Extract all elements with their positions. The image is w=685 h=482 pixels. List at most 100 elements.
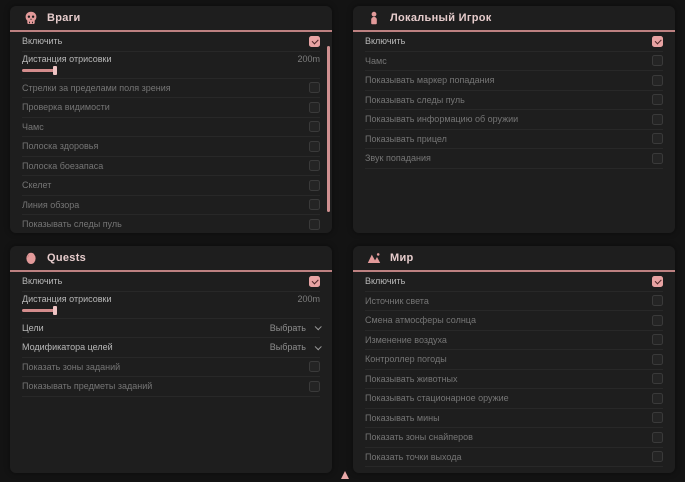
setting-label: Стрелки за пределами поля зрения: [22, 83, 171, 93]
setting-label: Включить: [365, 276, 405, 286]
checkbox[interactable]: [309, 160, 320, 171]
checkbox[interactable]: [652, 55, 663, 66]
panel-world-rows: Включить Источник света Смена атмосферы …: [353, 272, 675, 467]
checkbox-enable[interactable]: [652, 36, 663, 47]
setting-label: Линия обзора: [22, 200, 79, 210]
checkbox[interactable]: [652, 334, 663, 345]
egg-icon: [24, 251, 38, 265]
checkbox[interactable]: [652, 412, 663, 423]
checkbox[interactable]: [652, 94, 663, 105]
setting-label: Показывать животных: [365, 374, 458, 384]
setting-row-chams[interactable]: Чамс: [365, 52, 663, 72]
setting-label: Показывать маркер попадания: [365, 75, 495, 85]
checkbox[interactable]: [652, 432, 663, 443]
setting-row-bullet-traces[interactable]: Показывать следы пуль: [22, 215, 320, 233]
checkbox[interactable]: [309, 199, 320, 210]
checkbox-enable[interactable]: [309, 276, 320, 287]
setting-label: Показывать стационарное оружие: [365, 393, 509, 403]
checkbox[interactable]: [652, 295, 663, 306]
mountains-icon: [367, 251, 381, 265]
panel-local-player-title: Локальный Игрок: [390, 12, 492, 24]
setting-row-bullet-traces[interactable]: Показывать следы пуль: [365, 91, 663, 111]
setting-label: Включить: [365, 36, 405, 46]
setting-row-hit-sound[interactable]: Звук попадания: [365, 149, 663, 169]
setting-label: Показать точки выхода: [365, 452, 461, 462]
setting-label: Дистанция отрисовки: [22, 54, 112, 64]
setting-label: Дистанция отрисовки: [22, 294, 112, 304]
target-modifiers-select[interactable]: Выбрать: [270, 342, 320, 352]
checkbox[interactable]: [309, 361, 320, 372]
setting-row-weather-controller[interactable]: Контроллер погоды: [365, 350, 663, 370]
setting-row-exit-points[interactable]: Показать точки выхода: [365, 448, 663, 468]
setting-label: Контроллер погоды: [365, 354, 447, 364]
draw-distance-slider[interactable]: [22, 306, 118, 315]
checkbox-enable[interactable]: [309, 36, 320, 47]
panel-scrollbar[interactable]: [327, 46, 330, 212]
setting-label: Показывать следы пуль: [22, 219, 122, 229]
setting-row-light-source[interactable]: Источник света: [365, 292, 663, 312]
setting-label: Показать зоны заданий: [22, 362, 120, 372]
panel-enemies-rows: Включить Дистанция отрисовки 200m Стрелк…: [10, 32, 332, 233]
checkbox[interactable]: [652, 133, 663, 144]
checkbox[interactable]: [652, 75, 663, 86]
setting-row-weapon-info[interactable]: Показывать информацию об оружии: [365, 110, 663, 130]
checkbox[interactable]: [309, 180, 320, 191]
setting-row-enable[interactable]: Включить: [365, 272, 663, 292]
checkbox[interactable]: [652, 451, 663, 462]
slider-thumb[interactable]: [53, 306, 57, 315]
setting-row-sniper-zones[interactable]: Показать зоны снайперов: [365, 428, 663, 448]
slider-fill: [22, 309, 54, 312]
setting-row-enable[interactable]: Включить: [22, 32, 320, 52]
setting-label: Показывать предметы заданий: [22, 381, 152, 391]
checkbox[interactable]: [652, 114, 663, 125]
panel-world: Мир Включить Источник света Смена атмосф…: [353, 246, 675, 473]
setting-row-target-modifiers[interactable]: Модификатора целей Выбрать: [22, 338, 320, 358]
setting-row-quest-zones[interactable]: Показать зоны заданий: [22, 358, 320, 378]
setting-row-sun-atmosphere[interactable]: Смена атмосферы солнца: [365, 311, 663, 331]
checkbox-enable[interactable]: [652, 276, 663, 287]
checkbox[interactable]: [652, 373, 663, 384]
setting-row-quest-items[interactable]: Показывать предметы заданий: [22, 377, 320, 397]
setting-row-air-change[interactable]: Изменение воздуха: [365, 331, 663, 351]
setting-row-hit-marker[interactable]: Показывать маркер попадания: [365, 71, 663, 91]
setting-row-skeleton[interactable]: Скелет: [22, 176, 320, 196]
setting-row-enable[interactable]: Включить: [22, 272, 320, 292]
panel-quests-rows: Включить Дистанция отрисовки 200m Цели В…: [10, 272, 332, 397]
checkbox[interactable]: [309, 102, 320, 113]
setting-label: Полоска боезапаса: [22, 161, 103, 171]
draw-distance-slider[interactable]: [22, 66, 118, 75]
slider-thumb[interactable]: [53, 66, 57, 75]
setting-row-static-weapons[interactable]: Показывать стационарное оружие: [365, 389, 663, 409]
setting-row-visibility-check[interactable]: Проверка видимости: [22, 98, 320, 118]
checkbox[interactable]: [309, 381, 320, 392]
chevron-down-icon: [315, 343, 322, 350]
setting-row-chams[interactable]: Чамс: [22, 118, 320, 138]
setting-row-line-of-sight[interactable]: Линия обзора: [22, 196, 320, 216]
setting-row-animals[interactable]: Показывать животных: [365, 370, 663, 390]
setting-row-mines[interactable]: Показывать мины: [365, 409, 663, 429]
select-value: Выбрать: [270, 323, 306, 333]
checkbox[interactable]: [652, 315, 663, 326]
checkbox[interactable]: [309, 121, 320, 132]
setting-row-health-bar[interactable]: Полоска здоровья: [22, 137, 320, 157]
setting-label: Включить: [22, 36, 62, 46]
setting-row-enable[interactable]: Включить: [365, 32, 663, 52]
setting-row-targets[interactable]: Цели Выбрать: [22, 319, 320, 339]
checkbox[interactable]: [309, 82, 320, 93]
skull-icon: [24, 11, 38, 25]
setting-label: Источник света: [365, 296, 429, 306]
checkbox[interactable]: [309, 219, 320, 230]
setting-label: Показывать мины: [365, 413, 440, 423]
setting-row-crosshair[interactable]: Показывать прицел: [365, 130, 663, 150]
checkbox[interactable]: [652, 153, 663, 164]
checkbox[interactable]: [309, 141, 320, 152]
panel-enemies-header: Враги: [10, 6, 332, 32]
checkbox[interactable]: [652, 393, 663, 404]
setting-label: Включить: [22, 276, 62, 286]
targets-select[interactable]: Выбрать: [270, 323, 320, 333]
setting-row-ammo-bar[interactable]: Полоска боезапаса: [22, 157, 320, 177]
panel-world-title: Мир: [390, 252, 414, 264]
setting-row-offscreen-arrows[interactable]: Стрелки за пределами поля зрения: [22, 79, 320, 99]
setting-label: Изменение воздуха: [365, 335, 447, 345]
checkbox[interactable]: [652, 354, 663, 365]
